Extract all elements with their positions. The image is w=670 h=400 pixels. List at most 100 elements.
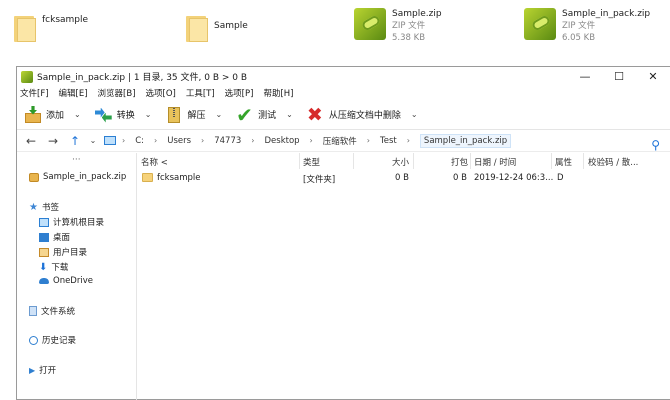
column-date[interactable]: 日期 / 时间 (474, 156, 516, 168)
breadcrumb-item[interactable]: 压缩软件 (323, 135, 357, 147)
filesystem-icon (29, 306, 37, 316)
menu-options-p[interactable]: 选项[P] (225, 87, 254, 99)
address-bar: ← → ↑ ⌄ › C: › Users › 74773 › Desktop ›… (17, 130, 670, 152)
file-list: 名称 < 类型 大小 打包 日期 / 时间 属性 校验码 / 散... fcks… (137, 153, 670, 400)
desktop-item-name: Sample_in_pack.zip (562, 9, 651, 19)
sidebar-item-label: 文件系统 (41, 307, 76, 317)
sidebar-item-label: 打开 (39, 366, 57, 376)
peazip-app-icon (21, 70, 33, 83)
title-bar[interactable]: Sample_in_pack.zip | 1 目录, 35 文件, 0 B > … (17, 67, 670, 86)
breadcrumb-item[interactable]: C: (135, 136, 144, 146)
sidebar-item-bookmarks[interactable]: ★ 书签 (29, 201, 59, 213)
home-icon (39, 247, 49, 257)
window-title: Sample_in_pack.zip | 1 目录, 35 文件, 0 B > … (37, 73, 248, 83)
main-area: ··· Sample_in_pack.zip ★ 书签 计算机根目录 桌面 用户… (17, 153, 670, 400)
sidebar-item-downloads[interactable]: ⬇ 下载 (39, 261, 68, 273)
sidebar-item-user-dir[interactable]: 用户目录 (39, 246, 87, 258)
breadcrumb-separator: › (309, 136, 313, 145)
desktop-item-size: 6.05 KB (562, 33, 596, 43)
extract-button[interactable]: 解压 ⌄ (162, 102, 233, 128)
download-icon: ⬇ (39, 261, 48, 273)
history-dropdown[interactable]: ⌄ (86, 136, 100, 145)
sidebar-item-label: 桌面 (53, 233, 71, 243)
sidebar-item-computer-root[interactable]: 计算机根目录 (39, 216, 104, 228)
maximize-button[interactable]: ☐ (602, 67, 636, 86)
forward-button[interactable]: → (42, 134, 64, 148)
search-icon[interactable]: ⚲ (651, 138, 660, 152)
chevron-down-icon[interactable]: ⌄ (411, 110, 418, 119)
desktop-icon (39, 232, 49, 242)
column-header: 名称 < 类型 大小 打包 日期 / 时间 属性 校验码 / 散... (137, 153, 670, 169)
breadcrumb-separator: › (251, 136, 255, 145)
minimize-button[interactable]: — (568, 67, 602, 86)
column-type[interactable]: 类型 (303, 156, 320, 168)
chevron-down-icon[interactable]: ⌄ (215, 110, 222, 119)
breadcrumb: › C: › Users › 74773 › Desktop › 压缩软件 › … (100, 133, 512, 148)
folder-icon (186, 14, 208, 42)
sidebar-item-desktop[interactable]: 桌面 (39, 231, 70, 243)
menu-options[interactable]: 选项[O] (146, 87, 176, 99)
folder-icon (14, 14, 36, 42)
peazip-window: Sample_in_pack.zip | 1 目录, 35 文件, 0 B > … (16, 66, 670, 400)
breadcrumb-separator: › (154, 136, 158, 145)
breadcrumb-item[interactable]: Desktop (264, 136, 299, 146)
breadcrumb-item[interactable]: 74773 (214, 136, 241, 146)
chevron-down-icon[interactable]: ⌄ (286, 110, 293, 119)
column-name[interactable]: 名称 < (141, 156, 168, 168)
up-button[interactable]: ↑ (64, 134, 86, 148)
convert-label: 转换 (116, 111, 135, 121)
zip-archive-icon (354, 8, 386, 40)
add-button[interactable]: 添加 ⌄ (21, 102, 92, 128)
sidebar-item-label: Sample_in_pack.zip (43, 172, 127, 182)
breadcrumb-item[interactable]: Users (167, 136, 191, 146)
desktop-item-fcksample[interactable]: fcksample (14, 8, 88, 42)
convert-button[interactable]: 转换 ⌄ (92, 102, 163, 128)
sidebar-item-history[interactable]: 历史记录 (29, 334, 76, 346)
column-attr[interactable]: 属性 (555, 156, 572, 168)
sidebar-item-label: 下载 (51, 263, 69, 273)
menu-help[interactable]: 帮助[H] (263, 87, 293, 99)
test-button[interactable]: ✔ 测试 ⌄ (233, 102, 304, 128)
desktop-item-size: 5.38 KB (392, 33, 426, 43)
menu-file[interactable]: 文件[F] (20, 87, 49, 99)
test-label: 测试 (258, 111, 277, 121)
menu-tools[interactable]: 工具[T] (186, 87, 215, 99)
desktop-item-name: fcksample (42, 15, 89, 25)
zip-archive-icon (524, 8, 556, 40)
sidebar-item-filesystem[interactable]: 文件系统 (29, 305, 75, 317)
sidebar-more[interactable]: ··· (72, 155, 81, 165)
computer-icon (39, 217, 49, 227)
breadcrumb-separator: › (406, 136, 410, 145)
desktop-item-sample-in-pack-zip[interactable]: Sample_in_pack.zip ZIP 文件 6.05 KB (524, 8, 650, 44)
chevron-down-icon[interactable]: ⌄ (74, 110, 81, 119)
breadcrumb-current[interactable]: Sample_in_pack.zip (419, 133, 512, 148)
folder-icon (142, 173, 153, 182)
delete-from-archive-button[interactable]: ✖ 从压缩文档中删除 ⌄ (304, 102, 429, 128)
delete-x-icon: ✖ (306, 103, 323, 126)
menu-browser[interactable]: 浏览器[B] (98, 87, 136, 99)
desktop-item-sample-zip[interactable]: Sample.zip ZIP 文件 5.38 KB (354, 8, 442, 44)
cell-date: 2019-12-24 06:3... (474, 173, 554, 183)
chevron-down-icon[interactable]: ⌄ (145, 110, 152, 119)
play-icon: ▶ (29, 365, 36, 375)
sidebar-item-archive[interactable]: Sample_in_pack.zip (29, 172, 126, 182)
cell-name: fcksample (157, 173, 201, 183)
cell-type: [文件夹] (303, 175, 336, 185)
sidebar-item-onedrive[interactable]: OneDrive (39, 276, 93, 286)
star-icon: ★ (29, 201, 38, 213)
add-icon (24, 105, 42, 124)
column-checksum[interactable]: 校验码 / 散... (588, 156, 638, 168)
close-button[interactable]: ✕ (636, 67, 670, 86)
column-size[interactable]: 大小 (392, 156, 409, 168)
cell-attr: D (557, 173, 564, 183)
cell-packed: 0 B (453, 173, 467, 183)
column-packed[interactable]: 打包 (451, 156, 468, 168)
table-row[interactable]: fcksample [文件夹] 0 B 0 B 2019-12-24 06:3.… (137, 171, 670, 185)
back-button[interactable]: ← (20, 134, 42, 148)
desktop-item-sample[interactable]: Sample (186, 8, 248, 42)
test-check-icon: ✔ (236, 102, 253, 127)
sidebar-item-open[interactable]: ▶ 打开 (29, 364, 57, 377)
menu-edit[interactable]: 编辑[E] (59, 87, 88, 99)
breadcrumb-item[interactable]: Test (380, 136, 397, 146)
zip-archive-icon (29, 172, 39, 182)
